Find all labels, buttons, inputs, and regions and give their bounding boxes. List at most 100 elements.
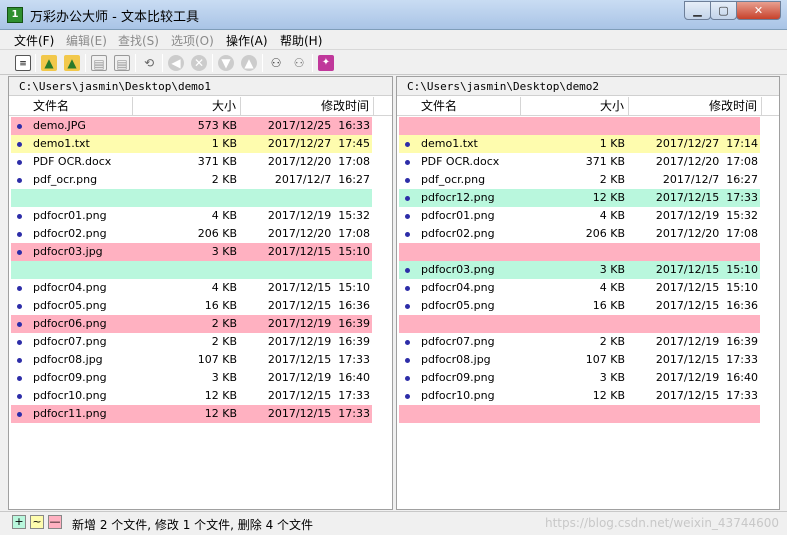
title-bar: 1 万彩办公大师 - 文本比较工具 ▁ ▢ ✕	[0, 0, 787, 30]
file-size: 371 KB	[585, 155, 625, 168]
cancel-button[interactable]: ✕	[190, 54, 208, 72]
save-left-button[interactable]: ▤	[90, 54, 108, 72]
diff-highlight	[399, 315, 760, 333]
menu-help[interactable]: 帮助(H)	[280, 32, 322, 49]
table-row[interactable]	[9, 189, 392, 207]
file-modified-time: 2017/12/19 16:39	[267, 317, 370, 330]
column-header-name[interactable]: 文件名	[397, 97, 521, 116]
file-name: demo1.txt	[33, 137, 90, 150]
maximize-button[interactable]: ▢	[710, 1, 737, 20]
table-row[interactable]: pdf_ocr.png 2 KB 2017/12/7 16:27	[397, 171, 779, 189]
table-row[interactable]: pdfocr01.png 4 KB 2017/12/19 15:32	[397, 207, 779, 225]
table-row[interactable]: PDF OCR.docx 371 KB 2017/12/20 17:08	[397, 153, 779, 171]
minimize-button[interactable]: ▁	[684, 1, 711, 20]
file-name: pdfocr11.png	[33, 407, 107, 420]
table-row[interactable]: pdfocr02.png 206 KB 2017/12/20 17:08	[397, 225, 779, 243]
file-bullet-icon	[17, 322, 22, 327]
table-row[interactable]: pdfocr10.png 12 KB 2017/12/15 17:33	[397, 387, 779, 405]
table-row[interactable]: pdfocr03.jpg 3 KB 2017/12/15 15:10	[9, 243, 392, 261]
file-size: 4 KB	[211, 281, 237, 294]
refresh-icon: ⟲	[143, 56, 155, 70]
file-modified-time: 2017/12/19 15:32	[655, 209, 758, 222]
table-row[interactable]: pdfocr08.jpg 107 KB 2017/12/15 17:33	[9, 351, 392, 369]
menu-edit[interactable]: 编辑(E)	[66, 32, 107, 49]
file-size: 12 KB	[204, 407, 237, 420]
file-modified-time: 2017/12/15 17:33	[267, 389, 370, 402]
table-row[interactable]: PDF OCR.docx 371 KB 2017/12/20 17:08	[9, 153, 392, 171]
table-row[interactable]: pdfocr10.png 12 KB 2017/12/15 17:33	[9, 387, 392, 405]
toolbar-separator	[162, 54, 163, 72]
menu-find[interactable]: 查找(S)	[118, 32, 159, 49]
table-row[interactable]	[397, 315, 779, 333]
find-next-button[interactable]: ⚇	[290, 54, 308, 72]
app-icon: 1	[7, 7, 23, 23]
help-button[interactable]: ✦	[317, 54, 335, 72]
file-bullet-icon	[405, 340, 410, 345]
open-right-folder-button[interactable]: ▲	[63, 54, 81, 72]
table-row[interactable]: pdfocr05.png 16 KB 2017/12/15 16:36	[9, 297, 392, 315]
file-bullet-icon	[17, 160, 22, 165]
table-row[interactable]: demo1.txt 1 KB 2017/12/27 17:45	[9, 135, 392, 153]
table-row[interactable]	[397, 117, 779, 135]
file-bullet-icon	[17, 178, 22, 183]
table-row[interactable]	[397, 243, 779, 261]
refresh-button[interactable]: ⟲	[140, 54, 158, 72]
new-compare-button[interactable]: ≡	[14, 54, 32, 72]
table-row[interactable]: pdfocr04.png 4 KB 2017/12/15 15:10	[397, 279, 779, 297]
table-row[interactable]: pdfocr09.png 3 KB 2017/12/19 16:40	[397, 369, 779, 387]
file-bullet-icon	[405, 178, 410, 183]
table-row[interactable]: pdfocr09.png 3 KB 2017/12/19 16:40	[9, 369, 392, 387]
find-button[interactable]: ⚇	[267, 54, 285, 72]
legend-deleted: —	[48, 515, 62, 529]
table-row[interactable]: pdfocr07.png 2 KB 2017/12/19 16:39	[9, 333, 392, 351]
prev-diff-button[interactable]: ◀	[167, 54, 185, 72]
column-header-size[interactable]: 大小	[521, 97, 629, 116]
file-modified-time: 2017/12/15 17:33	[655, 191, 758, 204]
prev-diff-up-button[interactable]: ▲	[240, 54, 258, 72]
table-row[interactable]: pdfocr11.png 12 KB 2017/12/15 17:33	[9, 405, 392, 423]
open-left-folder-button[interactable]: ▲	[40, 54, 58, 72]
file-bullet-icon	[405, 376, 410, 381]
save-right-button[interactable]: ▤	[113, 54, 131, 72]
table-row[interactable]: pdfocr02.png 206 KB 2017/12/20 17:08	[9, 225, 392, 243]
file-size: 12 KB	[592, 191, 625, 204]
file-name: pdfocr03.jpg	[33, 245, 103, 258]
file-modified-time: 2017/12/15 17:33	[655, 353, 758, 366]
file-bullet-icon	[405, 394, 410, 399]
file-size: 3 KB	[211, 371, 237, 384]
table-row[interactable]: pdfocr07.png 2 KB 2017/12/19 16:39	[397, 333, 779, 351]
table-row[interactable]: pdfocr08.jpg 107 KB 2017/12/15 17:33	[397, 351, 779, 369]
column-header-date[interactable]: 修改时间	[241, 97, 374, 116]
table-row[interactable]: demo.JPG 573 KB 2017/12/25 16:33	[9, 117, 392, 135]
table-row[interactable]: pdfocr01.png 4 KB 2017/12/19 15:32	[9, 207, 392, 225]
left-header: 文件名 大小 修改时间	[9, 97, 392, 116]
table-row[interactable]: pdfocr04.png 4 KB 2017/12/15 15:10	[9, 279, 392, 297]
file-name: pdfocr04.png	[421, 281, 495, 294]
file-bullet-icon	[405, 268, 410, 273]
column-header-size[interactable]: 大小	[133, 97, 241, 116]
file-size: 16 KB	[592, 299, 625, 312]
table-row[interactable]	[397, 405, 779, 423]
close-icon: ✕	[753, 4, 764, 17]
table-row[interactable]: pdfocr12.png 12 KB 2017/12/15 17:33	[397, 189, 779, 207]
menu-options[interactable]: 选项(O)	[171, 32, 214, 49]
column-header-name[interactable]: 文件名	[9, 97, 133, 116]
file-name: pdfocr07.png	[421, 335, 495, 348]
table-row[interactable]: pdfocr06.png 2 KB 2017/12/19 16:39	[9, 315, 392, 333]
table-row[interactable]	[9, 261, 392, 279]
toolbar-separator	[312, 54, 313, 72]
menu-action[interactable]: 操作(A)	[226, 32, 268, 49]
table-row[interactable]: pdfocr05.png 16 KB 2017/12/15 16:36	[397, 297, 779, 315]
menu-file[interactable]: 文件(F)	[14, 32, 54, 49]
close-button[interactable]: ✕	[736, 1, 781, 20]
file-modified-time: 2017/12/27 17:14	[655, 137, 758, 150]
table-row[interactable]: pdfocr03.png 3 KB 2017/12/15 15:10	[397, 261, 779, 279]
diff-highlight	[399, 117, 760, 135]
file-name: pdfocr07.png	[33, 335, 107, 348]
file-name: pdfocr08.jpg	[33, 353, 103, 366]
file-size: 3 KB	[599, 371, 625, 384]
table-row[interactable]: demo1.txt 1 KB 2017/12/27 17:14	[397, 135, 779, 153]
column-header-date[interactable]: 修改时间	[629, 97, 762, 116]
table-row[interactable]: pdf_ocr.png 2 KB 2017/12/7 16:27	[9, 171, 392, 189]
next-diff-button[interactable]: ▼	[217, 54, 235, 72]
